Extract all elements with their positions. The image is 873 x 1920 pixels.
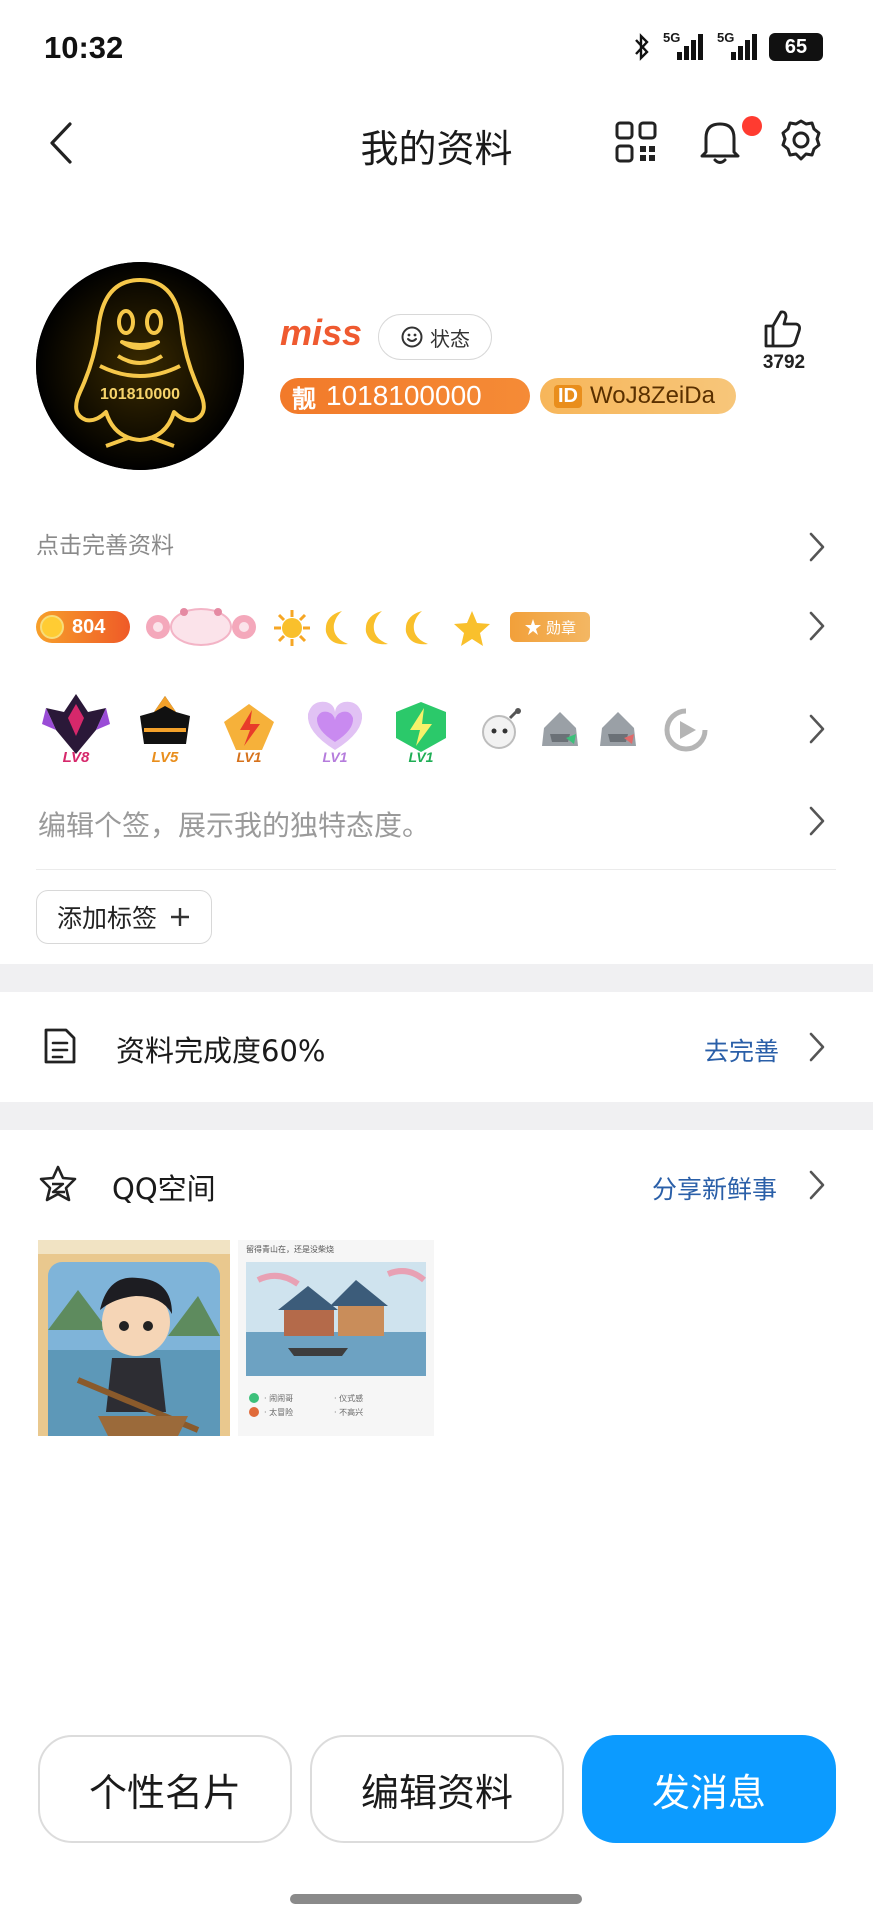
coin-badge: 804	[36, 611, 130, 643]
send-message-button[interactable]: 发消息	[582, 1735, 836, 1843]
coin-value: 804	[72, 615, 106, 638]
svg-text:LV1: LV1	[237, 749, 262, 765]
qzone-star-icon	[39, 1165, 77, 1202]
battery-indicator: 65	[769, 33, 823, 61]
status-label: 状态	[430, 326, 470, 351]
svg-text:LV1: LV1	[323, 749, 348, 765]
qzone-label: QQ空间	[112, 1172, 216, 1206]
moon-level-icon	[325, 611, 348, 645]
chevron-right-icon	[809, 1170, 825, 1200]
smiley-status-icon	[401, 326, 423, 348]
chevron-right-icon	[809, 1032, 825, 1062]
pretty-number: 1018100000	[326, 380, 482, 411]
moon-level-icon	[405, 611, 428, 645]
status-time: 10:32	[44, 30, 124, 65]
svg-text:LV8: LV8	[63, 749, 90, 766]
id-tag: ID	[554, 384, 582, 408]
signal-1-icon: 5G	[661, 30, 705, 62]
like-count: 3792	[762, 352, 806, 373]
watertown-painting-image: 留得青山在，还是没柴烧 · 闹闹哥 · 仪式感 · 太冒险 · 不高兴	[238, 1240, 434, 1436]
game-rank-badge-icon: LV1	[307, 701, 363, 765]
add-tag-button[interactable]: 添加标签	[36, 890, 212, 944]
game-mascot-icon	[600, 712, 636, 746]
avatar-number: 101810000	[100, 386, 180, 403]
bluetooth-icon	[635, 33, 649, 61]
qq-id-badge[interactable]: ID WoJ8ZeiDa	[540, 378, 736, 414]
notification-badge	[742, 116, 762, 136]
qzone-post-thumbnail[interactable]: 留得青山在，还是没柴烧 · 闹闹哥 · 仪式感 · 太冒险 · 不高兴	[238, 1240, 434, 1436]
completion-action[interactable]: 去完善	[704, 1032, 779, 1068]
home-indicator[interactable]	[290, 1894, 582, 1904]
add-tag-label: 添加标签	[56, 904, 157, 933]
completion-label: 资料完成度60%	[116, 1034, 326, 1068]
penguin-avatar-image: 101810000	[36, 262, 244, 470]
complete-profile-hint: 点击完善资料	[36, 533, 174, 559]
video-play-icon	[664, 708, 708, 752]
chevron-right-icon	[809, 806, 825, 836]
medal-badge: 勋章	[510, 612, 590, 642]
svg-text:LV5: LV5	[152, 749, 179, 766]
id-value: WoJ8ZeiDa	[590, 382, 715, 409]
avatar[interactable]: 101810000	[36, 262, 244, 470]
status-icons: 5G 5G 65	[633, 30, 823, 62]
game-rank-badge-icon: LV1	[224, 704, 274, 765]
star-level-icon	[454, 611, 490, 646]
plus-icon	[171, 908, 189, 926]
pretty-number-badge[interactable]: 靓 1018100000	[280, 378, 530, 414]
status-button[interactable]: 状态	[378, 314, 492, 360]
pretty-tag: 靓	[292, 385, 316, 413]
thumbs-up-icon[interactable]	[760, 306, 804, 350]
game-rank-badge-icon: LV1	[396, 702, 446, 765]
game-rank-badge-icon: LV5	[140, 696, 190, 766]
post-legend-item: · 闹闹哥	[264, 1393, 293, 1403]
section-separator	[0, 964, 873, 992]
signal-2-icon: 5G	[715, 30, 759, 62]
settings-gear-icon[interactable]	[778, 118, 824, 164]
svg-text:LV1: LV1	[409, 749, 434, 765]
post-legend-item: · 太冒险	[264, 1407, 293, 1417]
nickname: miss	[280, 312, 363, 353]
medal-label: 勋章	[545, 618, 576, 637]
qr-code-icon[interactable]	[614, 120, 658, 164]
chevron-right-icon	[809, 532, 825, 562]
chevron-right-icon	[809, 611, 825, 641]
chevron-right-icon	[809, 714, 825, 744]
personal-card-button[interactable]: 个性名片	[38, 1735, 292, 1843]
bomb-game-icon	[482, 708, 521, 749]
section-separator	[0, 1102, 873, 1130]
post-legend-item: · 不高兴	[334, 1407, 363, 1417]
edit-profile-button[interactable]: 编辑资料	[310, 1735, 564, 1843]
notification-bell-icon[interactable]	[696, 116, 744, 166]
game-mascot-icon	[542, 712, 578, 746]
badges-row[interactable]	[0, 596, 873, 656]
sun-level-icon	[274, 610, 310, 646]
divider	[36, 869, 836, 870]
coin-icon	[40, 615, 64, 639]
moon-level-icon	[365, 611, 388, 645]
cartoon-boy-rowing-image	[38, 1240, 230, 1436]
signature-placeholder: 编辑个签，展示我的独特态度。	[38, 809, 431, 842]
flower-frame-badge-icon	[146, 608, 256, 646]
qzone-share-action[interactable]: 分享新鲜事	[652, 1170, 777, 1206]
medal-star-icon	[524, 619, 541, 635]
game-rank-badge-icon: LV8	[42, 694, 110, 766]
post-legend-item: · 仪式感	[334, 1393, 363, 1403]
document-icon	[44, 1028, 76, 1064]
post-caption: 留得青山在，还是没柴烧	[246, 1244, 334, 1254]
qzone-post-thumbnail[interactable]	[38, 1240, 230, 1436]
